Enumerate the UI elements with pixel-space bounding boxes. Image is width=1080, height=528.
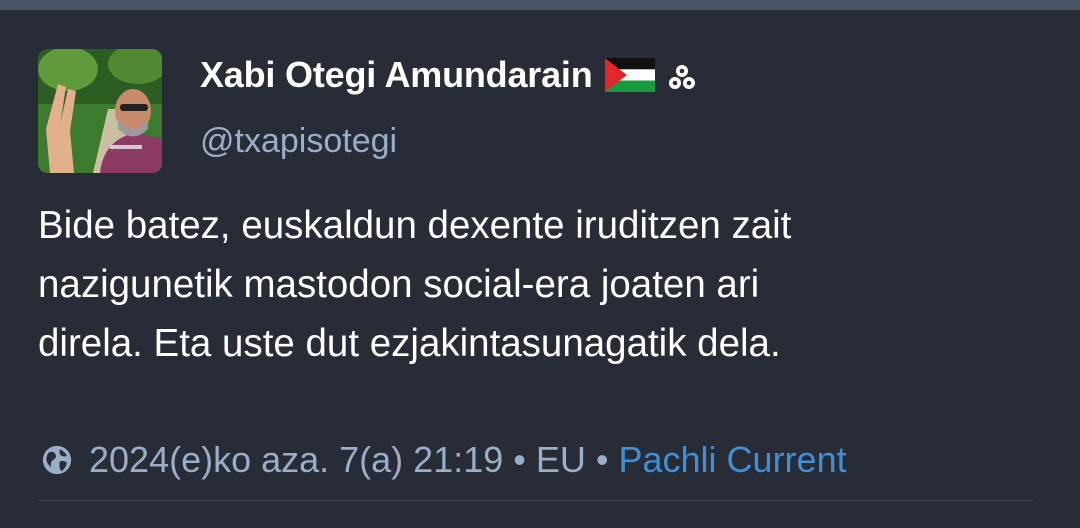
avatar-photo [38,49,162,173]
top-edge-strip [0,0,1080,10]
three-dots-clover-icon [667,60,697,90]
meta-separator: • [595,439,609,480]
author-display-name[interactable]: Xabi Otegi Amundarain [200,54,593,96]
avatar[interactable] [38,49,162,173]
status-language: EU [535,439,586,480]
globe-icon [40,443,74,477]
palestine-flag-icon [604,58,655,92]
status-content: Bide batez, euskaldun dexente iruditzen … [38,204,792,365]
author-name-row[interactable]: Xabi Otegi Amundarain [200,52,697,98]
author-handle[interactable]: @txapisotegi [200,122,397,161]
status-meta-row: 2024(e)ko aza. 7(a) 21:19 • EU • Pachli … [40,437,847,483]
application-link[interactable]: Pachli Current [619,439,847,481]
meta-separator: • [513,439,526,480]
status-timestamp[interactable]: 2024(e)ko aza. 7(a) 21:19 [89,439,503,481]
divider [38,500,1033,501]
